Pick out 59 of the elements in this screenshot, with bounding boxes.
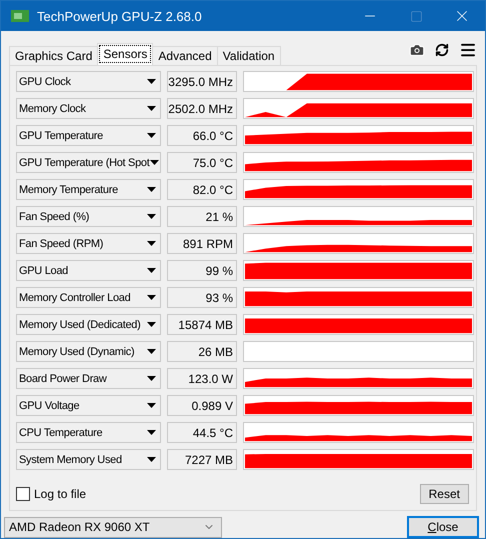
sensor-dropdown[interactable]: GPU Clock: [16, 71, 161, 92]
reset-button[interactable]: Reset: [420, 484, 469, 504]
caret-icon: [147, 106, 156, 111]
sensor-dropdown[interactable]: Memory Used (Dedicated): [16, 314, 161, 335]
sensor-dropdown[interactable]: GPU Load: [16, 260, 161, 281]
log-checkbox[interactable]: Log to file: [16, 487, 86, 501]
tab[interactable]: Sensors: [97, 43, 154, 65]
sensor-value: 75.0 °C: [167, 152, 237, 173]
sensor-value: 123.0 W: [167, 368, 237, 389]
sensor-dropdown[interactable]: GPU Temperature: [16, 125, 161, 146]
sensor-value: 82.0 °C: [167, 179, 237, 200]
sensor-dropdown[interactable]: Memory Used (Dynamic): [16, 341, 161, 362]
tab[interactable]: Validation: [216, 46, 281, 65]
caret-icon: [147, 322, 156, 327]
sensor-dropdown[interactable]: Memory Controller Load: [16, 287, 161, 308]
sensor-value: 0.989 V: [167, 395, 237, 416]
caret-icon: [147, 376, 156, 381]
caret-icon: [150, 160, 160, 165]
caret-icon: [147, 457, 156, 462]
caret-icon: [147, 133, 156, 138]
sensor-dropdown[interactable]: Fan Speed (%): [16, 206, 161, 227]
sensor-value: 66.0 °C: [167, 125, 237, 146]
menu-icon[interactable]: [459, 41, 477, 59]
sensor-dropdown[interactable]: Memory Clock: [16, 98, 161, 119]
sensor-dropdown[interactable]: GPU Temperature (Hot Spot: [16, 152, 161, 173]
camera-icon[interactable]: [409, 42, 425, 58]
caret-icon: [147, 403, 156, 408]
sensor-value: 7227 MB: [167, 449, 237, 470]
tab[interactable]: Graphics Card: [9, 46, 98, 65]
close-button[interactable]: Close: [407, 516, 479, 538]
sensor-dropdown[interactable]: Fan Speed (RPM): [16, 233, 161, 254]
app-icon: [11, 9, 29, 23]
sensor-value: 2502.0 MHz: [167, 98, 237, 119]
refresh-icon[interactable]: [435, 43, 449, 57]
caret-icon: [147, 268, 156, 273]
caret-icon: [147, 79, 156, 84]
caret-icon: [147, 241, 156, 246]
caret-icon: [147, 430, 156, 435]
sensor-value: 21 %: [167, 206, 237, 227]
sensor-dropdown[interactable]: Memory Temperature: [16, 179, 161, 200]
sensor-dropdown[interactable]: Board Power Draw: [16, 368, 161, 389]
caret-icon: [147, 187, 156, 192]
sensor-value: 44.5 °C: [167, 422, 237, 443]
sensor-dropdown[interactable]: GPU Voltage: [16, 395, 161, 416]
sensor-value: 99 %: [167, 260, 237, 281]
caret-icon: [147, 295, 156, 300]
sensor-value: 26 MB: [167, 341, 237, 362]
sensor-value: 891 RPM: [167, 233, 237, 254]
checkbox-label: Log to file: [34, 487, 86, 501]
device-select[interactable]: AMD Radeon RX 9060 XT: [4, 516, 222, 538]
caret-icon: [147, 214, 156, 219]
sensor-dropdown[interactable]: System Memory Used: [16, 449, 161, 470]
sensor-dropdown[interactable]: CPU Temperature: [16, 422, 161, 443]
sensor-value: 15874 MB: [167, 314, 237, 335]
sensor-value: 3295.0 MHz: [167, 71, 237, 92]
sensor-value: 93 %: [167, 287, 237, 308]
window-title: TechPowerUp GPU-Z 2.68.0: [37, 8, 203, 24]
caret-icon: [147, 349, 156, 354]
checkbox[interactable]: [16, 487, 30, 501]
